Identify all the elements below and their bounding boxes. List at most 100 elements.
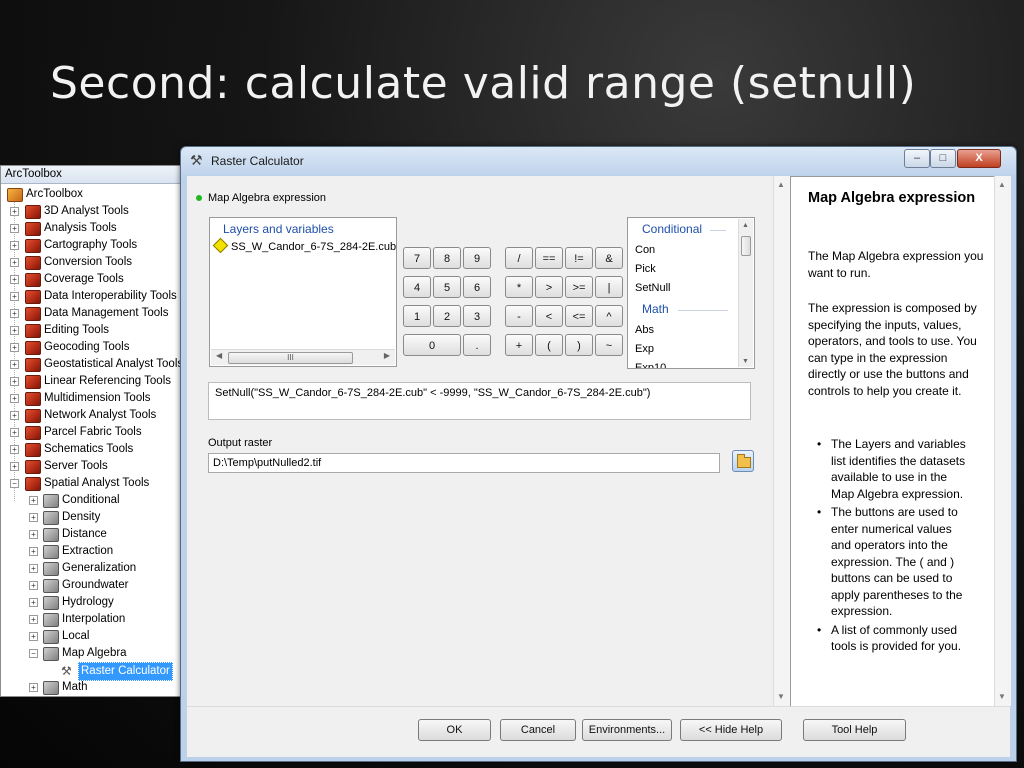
scroll-up-icon[interactable]: ▲ (742, 222, 749, 229)
tool-list-item[interactable]: Pick (635, 263, 656, 275)
tree-item-toolbox[interactable]: + Server Tools (1, 458, 184, 475)
expand-icon[interactable]: + (29, 513, 38, 522)
expand-icon[interactable]: + (29, 581, 38, 590)
expand-icon[interactable]: + (10, 428, 19, 437)
tools-list[interactable]: Conditional Con Pick SetNull Math Abs Exp Ex… (627, 217, 755, 369)
tree-item-toolbox[interactable]: + Conversion Tools (1, 254, 184, 271)
operator-button[interactable]: + (505, 334, 533, 356)
tree-item-toolbox[interactable]: + Network Analyst Tools (1, 407, 184, 424)
tree-item-toolbox[interactable]: + Linear Referencing Tools (1, 373, 184, 390)
tree-item-toolbox[interactable]: − Spatial Analyst Tools (1, 475, 184, 492)
operator-button[interactable]: | (595, 276, 623, 298)
tree-root[interactable]: ArcToolbox (1, 186, 184, 203)
tree-item-toolset[interactable]: − Map Algebra (1, 645, 184, 662)
tree-item-raster-calculator[interactable]: ⚒ Raster Calculator (1, 662, 184, 681)
operator-button[interactable]: 4 (403, 276, 431, 298)
tree-item-toolset[interactable]: + Hydrology (1, 594, 184, 611)
operator-button[interactable]: 6 (463, 276, 491, 298)
tool-list-item[interactable]: Exp (635, 343, 654, 355)
tree-item-toolbox[interactable]: + Geocoding Tools (1, 339, 184, 356)
operator-button[interactable]: < (535, 305, 563, 327)
operator-button[interactable]: ~ (595, 334, 623, 356)
expand-icon[interactable]: + (10, 258, 19, 267)
collapse-icon[interactable]: − (29, 649, 38, 658)
expand-icon[interactable]: + (29, 547, 38, 556)
scroll-down-icon[interactable]: ▼ (742, 358, 749, 365)
operator-button[interactable]: > (535, 276, 563, 298)
tree-item-toolbox[interactable]: + Geostatistical Analyst Tools (1, 356, 184, 373)
layer-item[interactable]: SS_W_Candor_6-7S_284-2E.cub (212, 237, 396, 254)
tree-item-toolbox[interactable]: + Schematics Tools (1, 441, 184, 458)
operator-button[interactable]: >= (565, 276, 593, 298)
expand-icon[interactable]: + (10, 241, 19, 250)
scroll-up-icon[interactable]: ▲ (777, 180, 785, 189)
tree-item-toolset[interactable]: + Conditional (1, 492, 184, 509)
scroll-down-icon[interactable]: ▼ (777, 692, 785, 701)
operator-button[interactable]: ( (535, 334, 563, 356)
tree-item-toolset[interactable]: + Generalization (1, 560, 184, 577)
expand-icon[interactable]: + (10, 462, 19, 471)
operator-button[interactable]: 8 (433, 247, 461, 269)
tree-item-toolset[interactable]: + Density (1, 509, 184, 526)
operator-button[interactable]: ) (565, 334, 593, 356)
scroll-up-icon[interactable]: ▲ (998, 180, 1006, 189)
operator-button[interactable]: ^ (595, 305, 623, 327)
tree-item-toolbox[interactable]: + Data Interoperability Tools (1, 288, 184, 305)
scrollbar-thumb[interactable]: III (228, 352, 353, 364)
layers-variables-list[interactable]: Layers and variables SS_W_Candor_6-7S_28… (209, 217, 397, 367)
scroll-left-icon[interactable]: ◀ (216, 351, 222, 360)
tool-help-button[interactable]: Tool Help (803, 719, 906, 741)
tree-item-math[interactable]: + Math (1, 679, 184, 696)
operator-button[interactable]: - (505, 305, 533, 327)
tree-item-toolbox[interactable]: + Parcel Fabric Tools (1, 424, 184, 441)
operator-button[interactable]: 1 (403, 305, 431, 327)
expand-icon[interactable]: + (10, 411, 19, 420)
expand-icon[interactable]: + (29, 598, 38, 607)
help-scrollbar[interactable]: ▲ ▼ (994, 176, 1011, 706)
tool-list-item[interactable]: SetNull (635, 282, 670, 294)
operator-button[interactable]: == (535, 247, 563, 269)
horizontal-scrollbar[interactable]: ◀ III ▶ (211, 349, 395, 365)
operator-button[interactable]: * (505, 276, 533, 298)
operator-button[interactable]: / (505, 247, 533, 269)
tree-item-toolbox[interactable]: +3D Analyst Tools (1, 203, 184, 220)
tree-item-toolset[interactable]: + Local (1, 628, 184, 645)
browse-button[interactable] (732, 450, 754, 472)
tree-item-toolbox[interactable]: + Analysis Tools (1, 220, 184, 237)
tool-list-item[interactable]: Exp10 (635, 362, 666, 368)
expression-textbox[interactable]: SetNull("SS_W_Candor_6-7S_284-2E.cub" < … (208, 382, 751, 420)
minimize-button[interactable]: – (904, 149, 930, 168)
vertical-scrollbar[interactable]: ▲ ▼ (738, 219, 753, 367)
expand-icon[interactable]: + (10, 292, 19, 301)
tree-item-toolbox[interactable]: + Multidimension Tools (1, 390, 184, 407)
cancel-button[interactable]: Cancel (500, 719, 576, 741)
expand-icon[interactable]: + (10, 445, 19, 454)
expand-icon[interactable]: + (10, 360, 19, 369)
parameters-scrollbar[interactable]: ▲ ▼ (773, 176, 790, 706)
operator-button[interactable]: . (463, 334, 491, 356)
expand-icon[interactable]: + (10, 275, 19, 284)
operator-button[interactable]: 0 (403, 334, 461, 356)
expand-icon[interactable]: + (10, 207, 19, 216)
tree-item-toolset[interactable]: + Extraction (1, 543, 184, 560)
tree-item-toolset[interactable]: + Distance (1, 526, 184, 543)
tree-item-toolbox[interactable]: + Editing Tools (1, 322, 184, 339)
close-button[interactable]: X (957, 149, 1001, 168)
operator-button[interactable]: <= (565, 305, 593, 327)
tree-item-toolbox[interactable]: + Cartography Tools (1, 237, 184, 254)
expand-icon[interactable]: + (10, 343, 19, 352)
tree-item-toolset[interactable]: + Interpolation (1, 611, 184, 628)
expand-icon[interactable]: + (29, 683, 38, 692)
output-raster-input[interactable]: D:\Temp\putNulled2.tif (208, 453, 720, 473)
operator-button[interactable]: & (595, 247, 623, 269)
environments-button[interactable]: Environments... (582, 719, 672, 741)
operator-button[interactable]: 9 (463, 247, 491, 269)
operator-button[interactable]: 2 (433, 305, 461, 327)
hide-help-button[interactable]: << Hide Help (680, 719, 782, 741)
window-titlebar[interactable]: ⚒ Raster Calculator – □ X (181, 147, 1016, 175)
maximize-button[interactable]: □ (930, 149, 956, 168)
tool-list-item[interactable]: Con (635, 244, 655, 256)
scrollbar-thumb[interactable] (741, 236, 751, 256)
expand-icon[interactable]: + (29, 615, 38, 624)
operator-button[interactable]: 7 (403, 247, 431, 269)
